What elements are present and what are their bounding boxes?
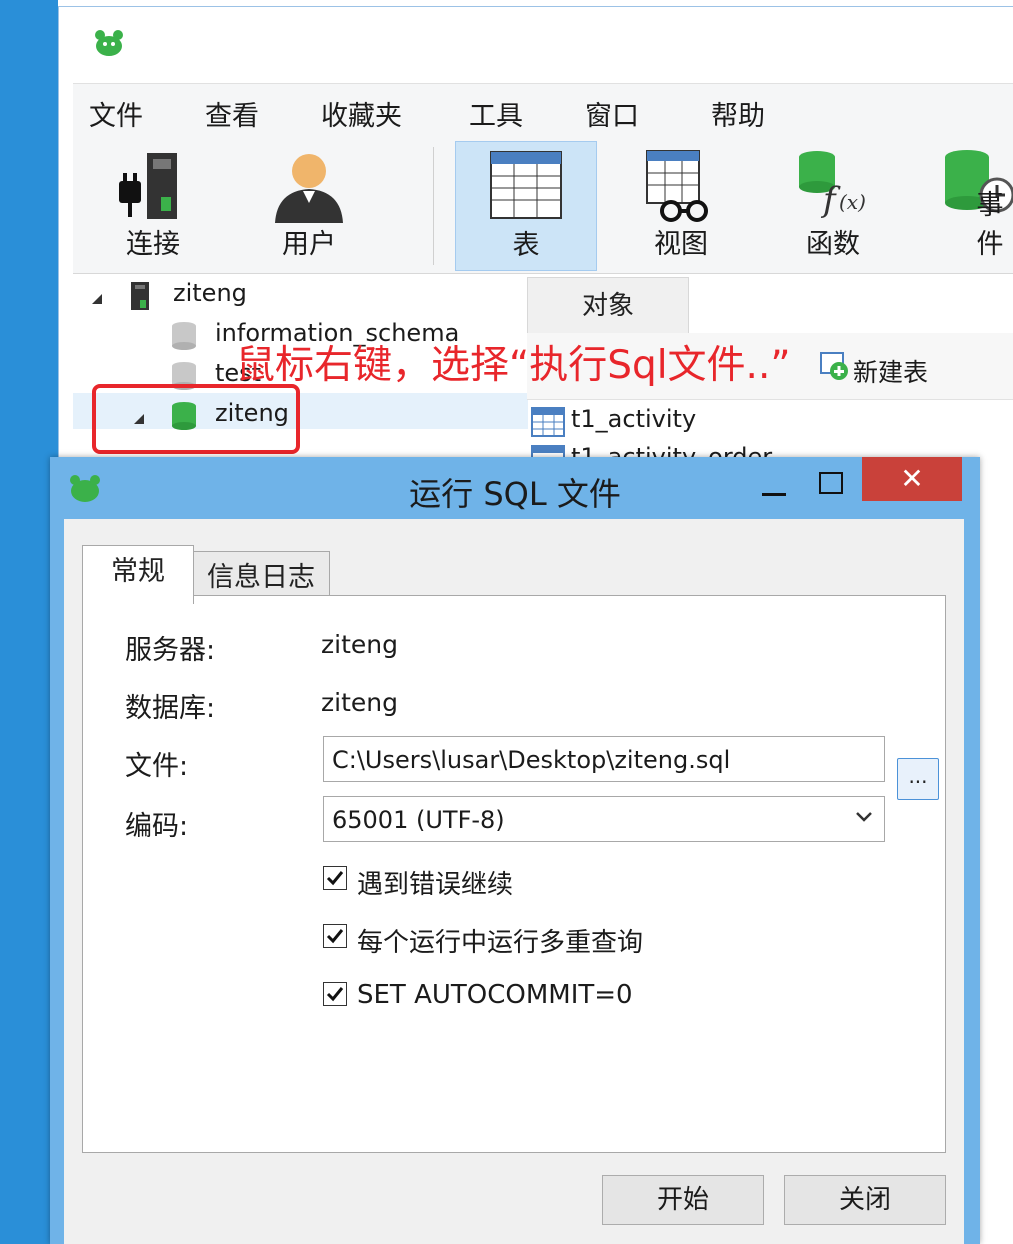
navicat-logo-icon bbox=[95, 30, 123, 56]
server-label: 服务器: bbox=[125, 635, 216, 666]
tree-connection-row[interactable]: ziteng bbox=[87, 279, 507, 315]
main-toolbar: 连接 用户 表 视图 f (x) 函数 事件 bbox=[73, 139, 1013, 274]
menu-window[interactable]: 窗口 bbox=[585, 94, 639, 133]
toolbar-user-button[interactable]: 用户 bbox=[239, 141, 379, 269]
chevron-down-icon bbox=[856, 812, 872, 822]
toolbar-view-button[interactable]: 视图 bbox=[611, 141, 751, 269]
table-icon bbox=[490, 151, 562, 219]
server-icon bbox=[131, 282, 149, 310]
menu-file[interactable]: 文件 bbox=[89, 94, 143, 133]
dialog-titlebar[interactable]: 运行 SQL 文件 ✕ bbox=[50, 457, 980, 519]
tree-connection-label: ziteng bbox=[173, 279, 247, 307]
main-titlebar bbox=[73, 7, 1013, 77]
autocommit-checkbox[interactable] bbox=[323, 982, 347, 1006]
browse-file-button[interactable]: ... bbox=[897, 758, 939, 800]
svg-text:(x): (x) bbox=[839, 190, 866, 214]
run-sql-file-dialog: 运行 SQL 文件 ✕ 常规 信息日志 服务器: ziteng 数据库: zit… bbox=[50, 457, 980, 1244]
checkmark-icon bbox=[326, 987, 344, 1002]
server-value: ziteng bbox=[321, 630, 398, 659]
toolbar-event-label: 事件 bbox=[976, 190, 1004, 260]
toolbar-function-button[interactable]: f (x) 函数 bbox=[763, 141, 903, 269]
close-icon[interactable]: ✕ bbox=[862, 457, 962, 501]
tab-general[interactable]: 常规 bbox=[82, 545, 194, 604]
tab-objects[interactable]: 对象 bbox=[527, 277, 689, 334]
database-icon bbox=[172, 322, 196, 350]
close-button[interactable]: 关闭 bbox=[784, 1175, 946, 1225]
annotation-text: 鼠标右键，选择“执行Sql文件..” bbox=[236, 343, 791, 388]
toolbar-function-label: 函数 bbox=[806, 229, 860, 260]
menu-tools[interactable]: 工具 bbox=[469, 94, 523, 133]
connection-icon bbox=[119, 153, 177, 219]
menu-bar: 文件 查看 收藏夹 工具 窗口 帮助 bbox=[73, 83, 1013, 140]
checkmark-icon bbox=[326, 871, 344, 886]
toolbar-separator bbox=[433, 147, 434, 265]
function-icon: f (x) bbox=[799, 151, 866, 220]
expand-arrow-icon[interactable] bbox=[91, 293, 103, 305]
maximize-icon[interactable] bbox=[816, 469, 846, 499]
database-label: 数据库: bbox=[125, 693, 216, 724]
toolbar-table-label: 表 bbox=[512, 230, 540, 261]
general-tab-panel: 服务器: ziteng 数据库: ziteng 文件: C:\Users\lus… bbox=[82, 595, 946, 1153]
menu-favorites[interactable]: 收藏夹 bbox=[321, 94, 402, 133]
toolbar-user-label: 用户 bbox=[282, 229, 336, 260]
toolbar-view-label: 视图 bbox=[654, 229, 708, 260]
file-label: 文件: bbox=[125, 751, 189, 782]
annotation-highlight-box bbox=[92, 384, 300, 454]
view-icon bbox=[646, 150, 708, 222]
new-table-icon bbox=[820, 352, 848, 380]
encoding-label: 编码: bbox=[125, 811, 189, 842]
svg-text:f: f bbox=[820, 180, 841, 220]
menu-view[interactable]: 查看 bbox=[205, 94, 259, 133]
table-icon bbox=[531, 407, 565, 437]
multiple-queries-checkbox[interactable] bbox=[323, 924, 347, 948]
minimize-icon[interactable] bbox=[758, 471, 792, 501]
continue-on-error-label: 遇到错误继续 bbox=[357, 870, 514, 900]
object-header-area bbox=[687, 277, 1013, 334]
database-value: ziteng bbox=[321, 688, 398, 717]
autocommit-label: SET AUTOCOMMIT=0 bbox=[357, 980, 633, 1010]
checkmark-icon bbox=[326, 929, 344, 944]
user-icon bbox=[275, 154, 343, 223]
encoding-selected-value: 65001 (UTF-8) bbox=[332, 806, 505, 834]
new-table-button[interactable]: 新建表 bbox=[853, 353, 928, 389]
multiple-queries-label: 每个运行中运行多重查询 bbox=[357, 928, 644, 958]
menu-help[interactable]: 帮助 bbox=[711, 94, 765, 133]
object-list-item-label: t1_activity bbox=[571, 405, 697, 433]
toolbar-connection-button[interactable]: 连接 bbox=[83, 141, 223, 269]
toolbar-table-button[interactable]: 表 bbox=[455, 141, 597, 271]
encoding-select[interactable]: 65001 (UTF-8) bbox=[323, 796, 885, 842]
file-path-input[interactable]: C:\Users\lusar\Desktop\ziteng.sql bbox=[323, 736, 885, 782]
dialog-body: 常规 信息日志 服务器: ziteng 数据库: ziteng 文件: C:\U… bbox=[64, 519, 964, 1244]
toolbar-connection-label: 连接 bbox=[126, 229, 180, 260]
continue-on-error-checkbox[interactable] bbox=[323, 866, 347, 890]
start-button[interactable]: 开始 bbox=[602, 1175, 764, 1225]
toolbar-event-button[interactable]: 事件 bbox=[919, 141, 1013, 269]
